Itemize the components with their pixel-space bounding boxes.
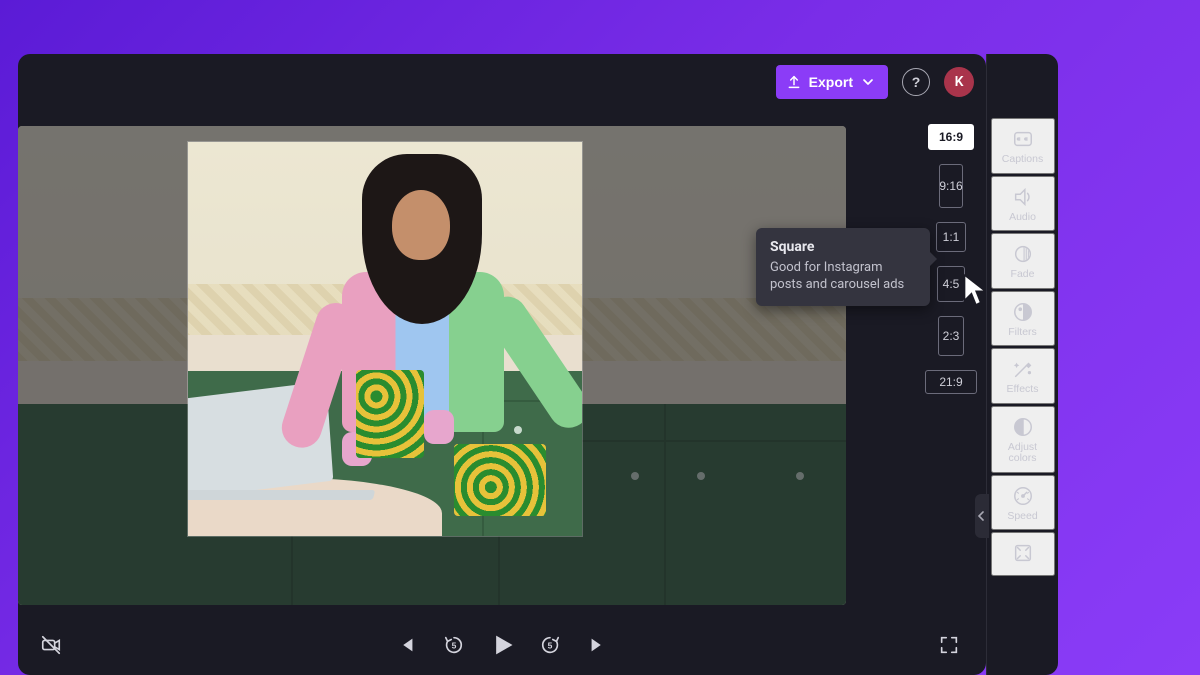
sidebar-item-filters[interactable]: Filters [991,291,1055,347]
play-button[interactable] [483,626,521,664]
speed-icon [1012,485,1034,507]
person-illustration [276,154,536,514]
preview-backdrop [18,126,846,605]
fit-icon [1012,542,1034,564]
forward-amount: 5 [548,641,553,651]
filters-icon [1012,301,1034,323]
playback-controls: 5 5 [387,626,617,664]
camera-off-icon [40,634,62,656]
fullscreen-icon [938,634,960,656]
main-content: 16:9 9:16 1:1 4:5 2:3 21:9 Square Good f… [18,110,986,615]
effects-icon [1012,358,1034,380]
rewind-amount: 5 [452,641,457,651]
avatar-initial: K [955,74,964,90]
aspect-ratio-panel: 16:9 9:16 1:1 4:5 2:3 21:9 Square Good f… [916,110,986,615]
fullscreen-button[interactable] [930,626,968,664]
aspect-ratio-21-9[interactable]: 21:9 [925,370,977,394]
sidebar-item-audio[interactable]: Audio [991,176,1055,232]
skip-back-icon [395,634,417,656]
aspect-ratio-2-3[interactable]: 2:3 [938,316,964,356]
sidebar-item-label: Effects [1007,384,1039,396]
play-icon [488,631,516,659]
upload-icon [786,74,802,90]
audio-icon [1012,186,1034,208]
sidebar-item-label: Adjust colors [993,442,1053,465]
hide-overlay-button[interactable] [32,626,70,664]
sidebar-item-fade[interactable]: Fade [991,233,1055,289]
captions-icon [1012,128,1034,150]
sidebar-item-adjust-colors[interactable]: Adjust colors [991,406,1055,473]
preview-canvas[interactable] [18,110,916,615]
aspect-ratio-4-5[interactable]: 4:5 [937,266,965,302]
adjust-colors-icon [1012,416,1034,438]
video-editor-window: Export ? K [18,54,986,675]
chevron-left-icon [978,511,986,521]
aspect-ratio-tooltip: Square Good for Instagram posts and caro… [756,228,930,306]
sidebar-item-effects[interactable]: Effects [991,348,1055,404]
sidebar-item-label: Captions [1002,154,1043,166]
help-button[interactable]: ? [902,68,930,96]
prev-frame-button[interactable] [387,626,425,664]
transport-bar: 5 5 [18,615,986,675]
question-icon: ? [912,74,921,90]
rewind-5-button[interactable]: 5 [435,626,473,664]
header: Export ? K [18,54,986,110]
sidebar-item-captions[interactable]: Captions [991,118,1055,174]
sidebar-item-label: Filters [1008,327,1037,339]
aspect-ratio-1-1[interactable]: 1:1 [936,222,966,252]
fade-icon [1012,243,1034,265]
crop-frame[interactable] [188,142,582,536]
sidebar-item-label: Speed [1007,511,1037,523]
aspect-ratio-9-16[interactable]: 9:16 [939,164,963,208]
cursor-icon [962,273,986,307]
sidebar-item-label: Fade [1011,269,1035,281]
tooltip-body: Good for Instagram posts and carousel ad… [770,259,916,294]
export-label: Export [809,74,853,90]
skip-forward-icon [587,634,609,656]
export-button[interactable]: Export [776,65,888,99]
next-frame-button[interactable] [579,626,617,664]
sidebar-item-fit[interactable] [991,532,1055,576]
sidebar-item-speed[interactable]: Speed [991,475,1055,531]
sidebar-item-label: Audio [1009,212,1036,224]
right-sidebar: Captions Audio Fade [986,54,1058,675]
avatar[interactable]: K [944,67,974,97]
collapse-sidebar-button[interactable] [975,494,989,538]
chevron-down-icon [860,74,876,90]
forward-5-button[interactable]: 5 [531,626,569,664]
tooltip-title: Square [770,238,916,257]
aspect-ratio-16-9[interactable]: 16:9 [928,124,974,150]
